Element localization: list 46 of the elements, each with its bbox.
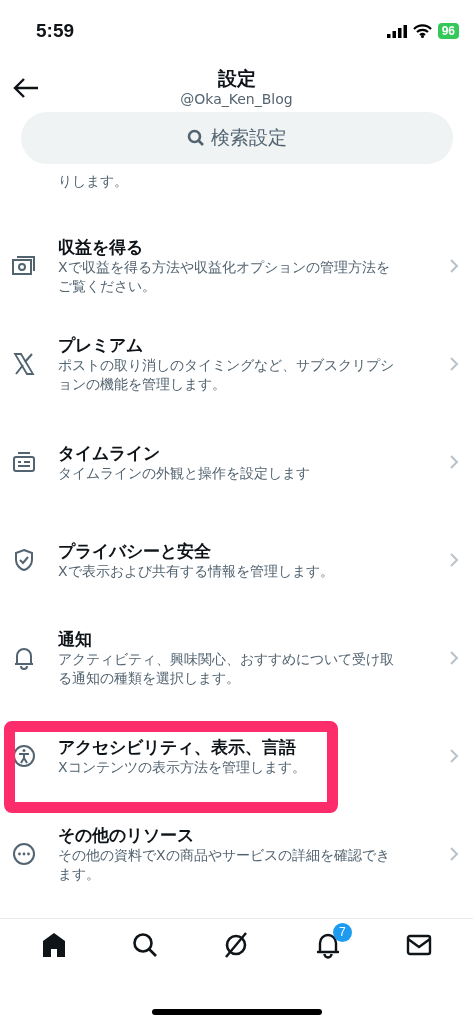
chevron-icon <box>449 846 459 862</box>
search-icon <box>186 129 205 147</box>
item-title: アクセシビリティ、表示、言語 <box>58 735 297 758</box>
more-icon <box>12 842 36 866</box>
chevron-icon <box>449 552 459 568</box>
item-description: ポストの取り消しのタイミングなど、サブスクリプションの機能を管理します。 <box>58 356 395 394</box>
wifi-icon <box>412 24 432 38</box>
chevron-icon <box>449 454 459 470</box>
page-title: 設定 <box>217 66 256 90</box>
item-title: タイムライン <box>58 441 161 464</box>
item-description: Xで表示および共有する情報を管理します。 <box>58 561 335 581</box>
settings-item[interactable]: タイムライン タイムラインの外観と操作を設定します <box>0 413 473 511</box>
chevron-icon <box>449 258 459 274</box>
item-description: りします。 <box>57 172 129 191</box>
item-title: その他のリソース <box>58 824 195 846</box>
chevron-icon <box>449 356 459 372</box>
settings-item[interactable]: アクセシビリティ、表示、言語 Xコンテンツの表示方法を管理します。 <box>0 707 473 805</box>
item-description: Xで収益を得る方法や収益化オプションの管理方法をご覧ください。 <box>58 258 391 296</box>
item-title: プレミアム <box>58 334 144 356</box>
settings-item[interactable]: 通知 アクティビティ、興味関心、おすすめについて受け取る通知の種類を選択します。 <box>0 609 473 707</box>
notification-badge: 7 <box>332 923 352 942</box>
back-button[interactable] <box>12 76 40 100</box>
settings-item[interactable]: プレミアム ポストの取り消しのタイミングなど、サブスクリプションの機能を管理します。 <box>0 315 473 413</box>
money-icon <box>12 255 36 277</box>
item-title: 通知 <box>58 628 93 650</box>
x-logo-icon <box>13 353 35 375</box>
account-handle: @Oka_Ken_Blog <box>180 90 293 108</box>
item-title: プライバシーと安全 <box>58 539 212 562</box>
item-description: Xコンテンツの表示方法を管理します。 <box>58 757 307 777</box>
status-time: 5:59 <box>36 20 75 42</box>
item-description: アクティビティ、興味関心、おすすめについて受け取る通知の種類を選択します。 <box>58 650 395 688</box>
battery-level: 96 <box>437 23 459 39</box>
settings-item[interactable]: プライバシーと安全 Xで表示および共有する情報を管理します。 <box>0 511 473 609</box>
settings-item[interactable]: 収益を得る Xで収益を得る方法や収益化オプションの管理方法をご覧ください。 <box>0 217 473 315</box>
timeline-icon <box>12 451 36 473</box>
signal-icon <box>386 24 407 38</box>
settings-item[interactable]: その他のリソース その他の資料でXの商品やサービスの詳細を確認できます。 <box>0 805 473 903</box>
chevron-icon <box>449 748 459 764</box>
item-description: タイムラインの外観と操作を設定します <box>58 463 311 483</box>
shield-icon <box>13 548 35 572</box>
search-field[interactable]: 検索設定 <box>20 112 453 164</box>
bell-icon <box>13 646 35 670</box>
chevron-icon <box>449 650 459 666</box>
item-description: その他の資料でXの商品やサービスの詳細を確認できます。 <box>58 846 391 884</box>
accessibility-icon <box>12 744 36 768</box>
item-title: 収益を得る <box>58 236 144 258</box>
